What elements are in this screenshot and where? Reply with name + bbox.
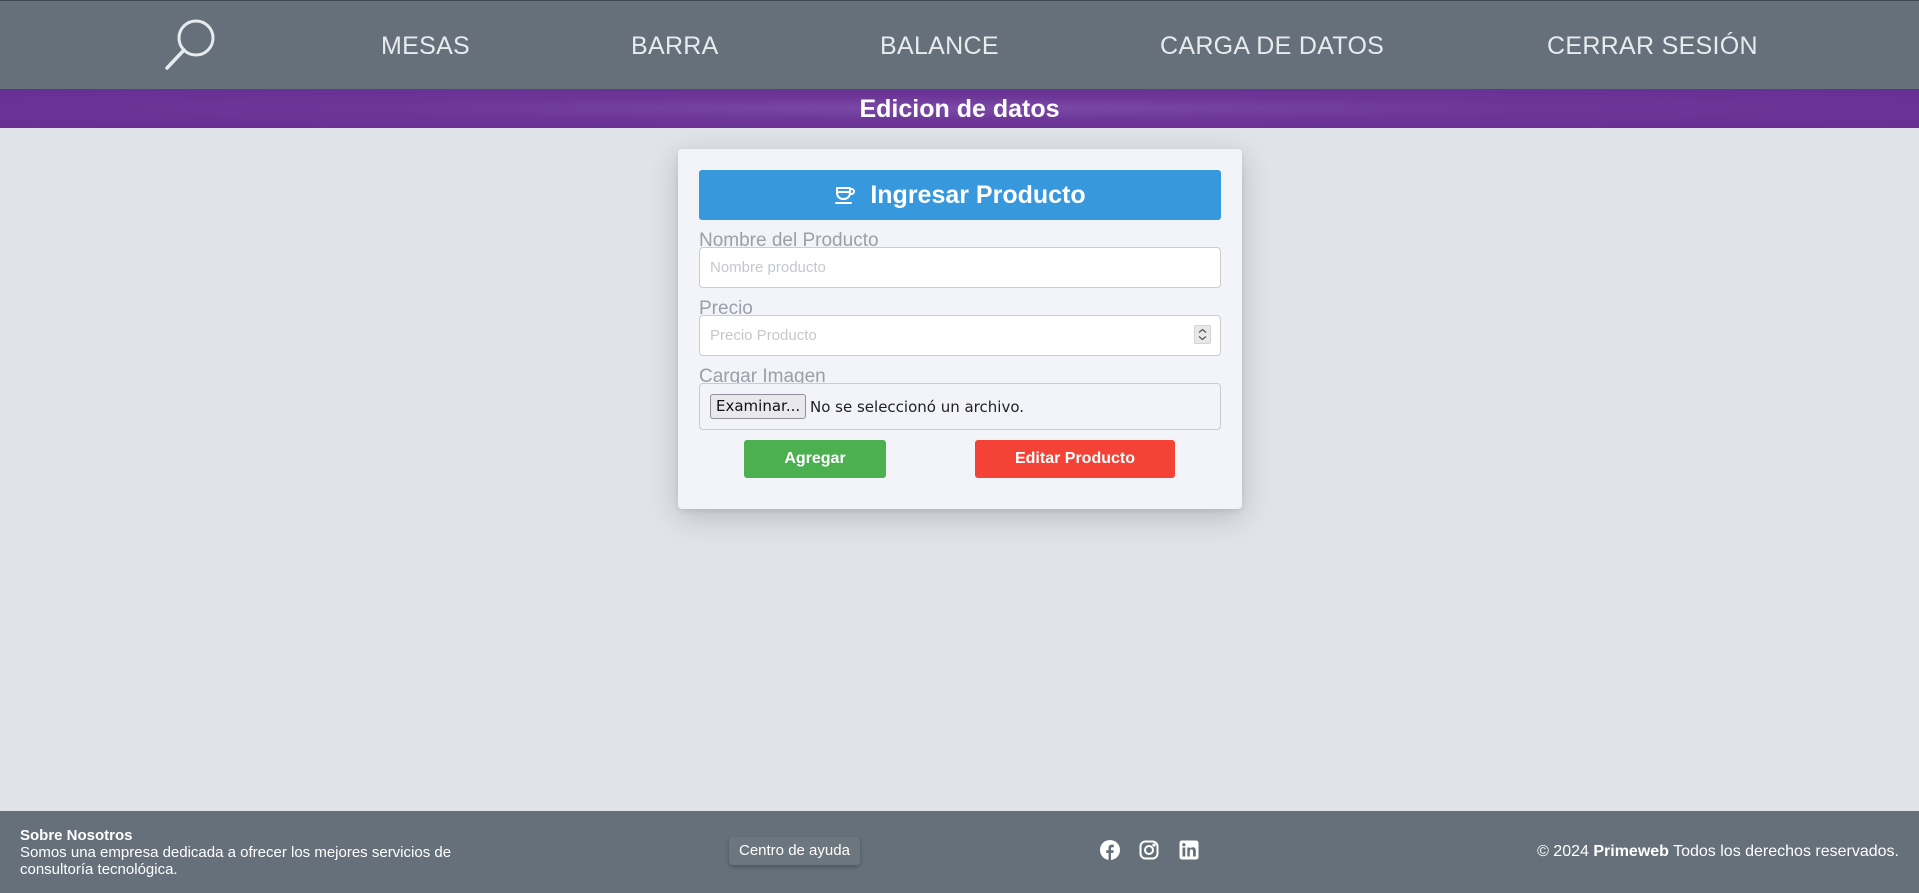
nav-item-balance[interactable]: BALANCE bbox=[880, 31, 999, 61]
copyright-prefix: © 2024 bbox=[1537, 843, 1589, 860]
coffee-cup-icon bbox=[834, 183, 858, 207]
facebook-icon[interactable] bbox=[1100, 840, 1120, 860]
edit-product-button[interactable]: Editar Producto bbox=[975, 440, 1175, 478]
form-header: Ingresar Producto bbox=[699, 170, 1221, 220]
price-stepper[interactable] bbox=[1194, 325, 1211, 344]
copyright-suffix: Todos los derechos reservados. bbox=[1673, 843, 1899, 860]
product-name-input[interactable] bbox=[699, 247, 1221, 288]
file-upload-field: Examinar... No se seleccionó un archivo. bbox=[699, 383, 1221, 430]
linkedin-icon[interactable] bbox=[1179, 840, 1199, 860]
search-icon[interactable] bbox=[163, 19, 217, 71]
about-title: Sobre Nosotros bbox=[20, 827, 133, 844]
form-header-title: Ingresar Producto bbox=[870, 180, 1086, 209]
nav-item-carga-de-datos[interactable]: CARGA DE DATOS bbox=[1160, 31, 1384, 61]
price-field bbox=[678, 315, 1242, 356]
instagram-icon[interactable] bbox=[1139, 840, 1159, 860]
nav-item-mesas[interactable]: MESAS bbox=[381, 31, 470, 61]
add-button[interactable]: Agregar bbox=[744, 440, 886, 478]
copyright: © 2024 Primeweb Todos los derechos reser… bbox=[1537, 843, 1899, 861]
browse-file-button[interactable]: Examinar... bbox=[710, 394, 807, 419]
nav-item-cerrar-sesion[interactable]: CERRAR SESIÓN bbox=[1547, 31, 1758, 61]
product-form-card: Ingresar Producto Nombre del Producto Pr… bbox=[678, 149, 1242, 509]
footer: Sobre Nosotros Somos una empresa dedicad… bbox=[0, 811, 1919, 893]
price-input[interactable] bbox=[699, 315, 1221, 356]
page-title: Edicion de datos bbox=[0, 89, 1919, 128]
help-center-button[interactable]: Centro de ayuda bbox=[729, 837, 860, 865]
file-status-text: No se seleccionó un archivo. bbox=[810, 398, 1024, 416]
brand-name: Primeweb bbox=[1593, 843, 1669, 860]
nav-item-barra[interactable]: BARRA bbox=[631, 31, 719, 61]
top-navbar: MESAS BARRA BALANCE CARGA DE DATOS CERRA… bbox=[0, 0, 1919, 89]
about-text: Somos una empresa dedicada a ofrecer los… bbox=[20, 844, 452, 878]
